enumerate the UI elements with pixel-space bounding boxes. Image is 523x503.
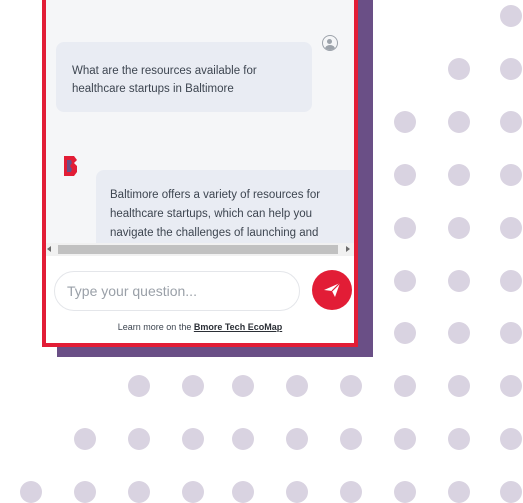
background-dot — [182, 428, 204, 450]
background-dot — [340, 428, 362, 450]
scrollbar-thumb[interactable] — [58, 245, 338, 254]
background-dot — [448, 322, 470, 344]
chat-widget: What are the resources available for hea… — [42, 0, 358, 347]
background-dot — [500, 375, 522, 397]
background-dot — [448, 58, 470, 80]
horizontal-scrollbar[interactable] — [46, 243, 354, 256]
background-dot — [448, 375, 470, 397]
background-dot — [182, 375, 204, 397]
background-dot — [232, 481, 254, 503]
background-dot — [500, 428, 522, 450]
background-dot — [500, 270, 522, 292]
background-dot — [232, 428, 254, 450]
send-button[interactable] — [312, 270, 352, 310]
scroll-left-icon[interactable] — [47, 246, 51, 252]
background-dot — [128, 375, 150, 397]
background-dot — [286, 428, 308, 450]
paper-plane-icon — [324, 282, 341, 297]
background-dot — [128, 428, 150, 450]
background-dot — [394, 428, 416, 450]
messages-area[interactable]: What are the resources available for hea… — [46, 0, 354, 243]
background-dot — [74, 428, 96, 450]
background-dot — [394, 164, 416, 186]
background-dot — [500, 58, 522, 80]
footer-note: Learn more on the Bmore Tech EcoMap — [46, 322, 354, 332]
background-dot — [394, 481, 416, 503]
background-dot — [500, 111, 522, 133]
background-dot — [286, 481, 308, 503]
background-dot — [500, 481, 522, 503]
background-dot — [500, 5, 522, 27]
background-dot — [394, 111, 416, 133]
background-dot — [448, 111, 470, 133]
background-dot — [74, 481, 96, 503]
background-dot — [394, 322, 416, 344]
background-dot — [448, 428, 470, 450]
background-dot — [286, 375, 308, 397]
bot-logo-icon — [64, 156, 77, 176]
background-dot — [340, 375, 362, 397]
background-dot — [182, 481, 204, 503]
scroll-right-icon[interactable] — [346, 246, 350, 252]
background-dot — [500, 322, 522, 344]
background-dot — [20, 481, 42, 503]
assistant-message-bubble: Baltimore offers a variety of resources … — [96, 170, 354, 243]
background-dot — [448, 217, 470, 239]
question-input[interactable] — [54, 271, 300, 311]
background-dot — [394, 270, 416, 292]
background-dot — [500, 217, 522, 239]
background-dot — [448, 481, 470, 503]
background-dot — [448, 164, 470, 186]
background-dot — [394, 375, 416, 397]
user-message-bubble: What are the resources available for hea… — [56, 42, 312, 112]
footer-prefix: Learn more on the — [117, 322, 194, 332]
user-avatar-icon — [322, 35, 338, 51]
background-dot — [448, 270, 470, 292]
background-dot — [340, 481, 362, 503]
background-dot — [128, 481, 150, 503]
ecomap-link[interactable]: Bmore Tech EcoMap — [194, 322, 282, 332]
background-dot — [232, 375, 254, 397]
background-dot — [500, 164, 522, 186]
background-dot — [394, 217, 416, 239]
